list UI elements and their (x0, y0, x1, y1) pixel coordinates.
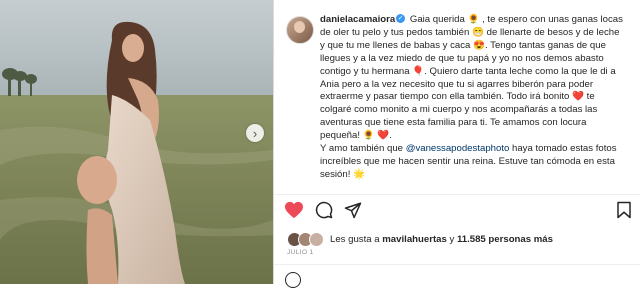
comment-icon (315, 201, 333, 219)
username-link[interactable]: danielacamaiora (320, 14, 395, 25)
heart-icon (285, 201, 303, 219)
comment-button[interactable] (313, 199, 335, 221)
chevron-right-icon: › (252, 125, 258, 141)
verified-badge-icon: ✓ (396, 14, 406, 24)
post-date[interactable]: JULIO 1 (287, 249, 314, 256)
emoji-icon[interactable] (285, 272, 301, 288)
caption-text: Gaia querida 🌻 , te espero con unas gana… (320, 14, 623, 142)
photo-illustration (0, 0, 273, 284)
avatar (309, 231, 324, 247)
bookmark-icon (617, 201, 631, 219)
avatar[interactable] (286, 16, 314, 44)
likes-summary: Les gusta a mavilahuertas y 11.585 perso… (287, 231, 553, 247)
like-button[interactable] (283, 199, 305, 221)
likes-count-link[interactable]: 11.585 personas más (457, 234, 553, 245)
likes-text: Les gusta a mavilahuertas y 11.585 perso… (330, 234, 553, 245)
post-caption: danielacamaiora ✓ Gaia querida 🌻 , te esp… (320, 14, 626, 182)
divider (274, 194, 640, 195)
caption-text-2: Y amo también que (320, 143, 404, 155)
likes-prefix: Les gusta a (330, 233, 380, 245)
share-icon (344, 202, 362, 219)
caption-fade (274, 178, 640, 194)
post-photo: › (0, 0, 273, 284)
share-button[interactable] (342, 199, 364, 221)
next-photo-button[interactable]: › (246, 124, 264, 142)
mention-link[interactable]: @vanessapodestaphoto (406, 143, 510, 154)
likes-conjunction: y (449, 233, 455, 245)
save-button[interactable] (613, 199, 635, 221)
divider (274, 264, 640, 265)
liker-username-link[interactable]: mavilahuertas (382, 234, 447, 245)
